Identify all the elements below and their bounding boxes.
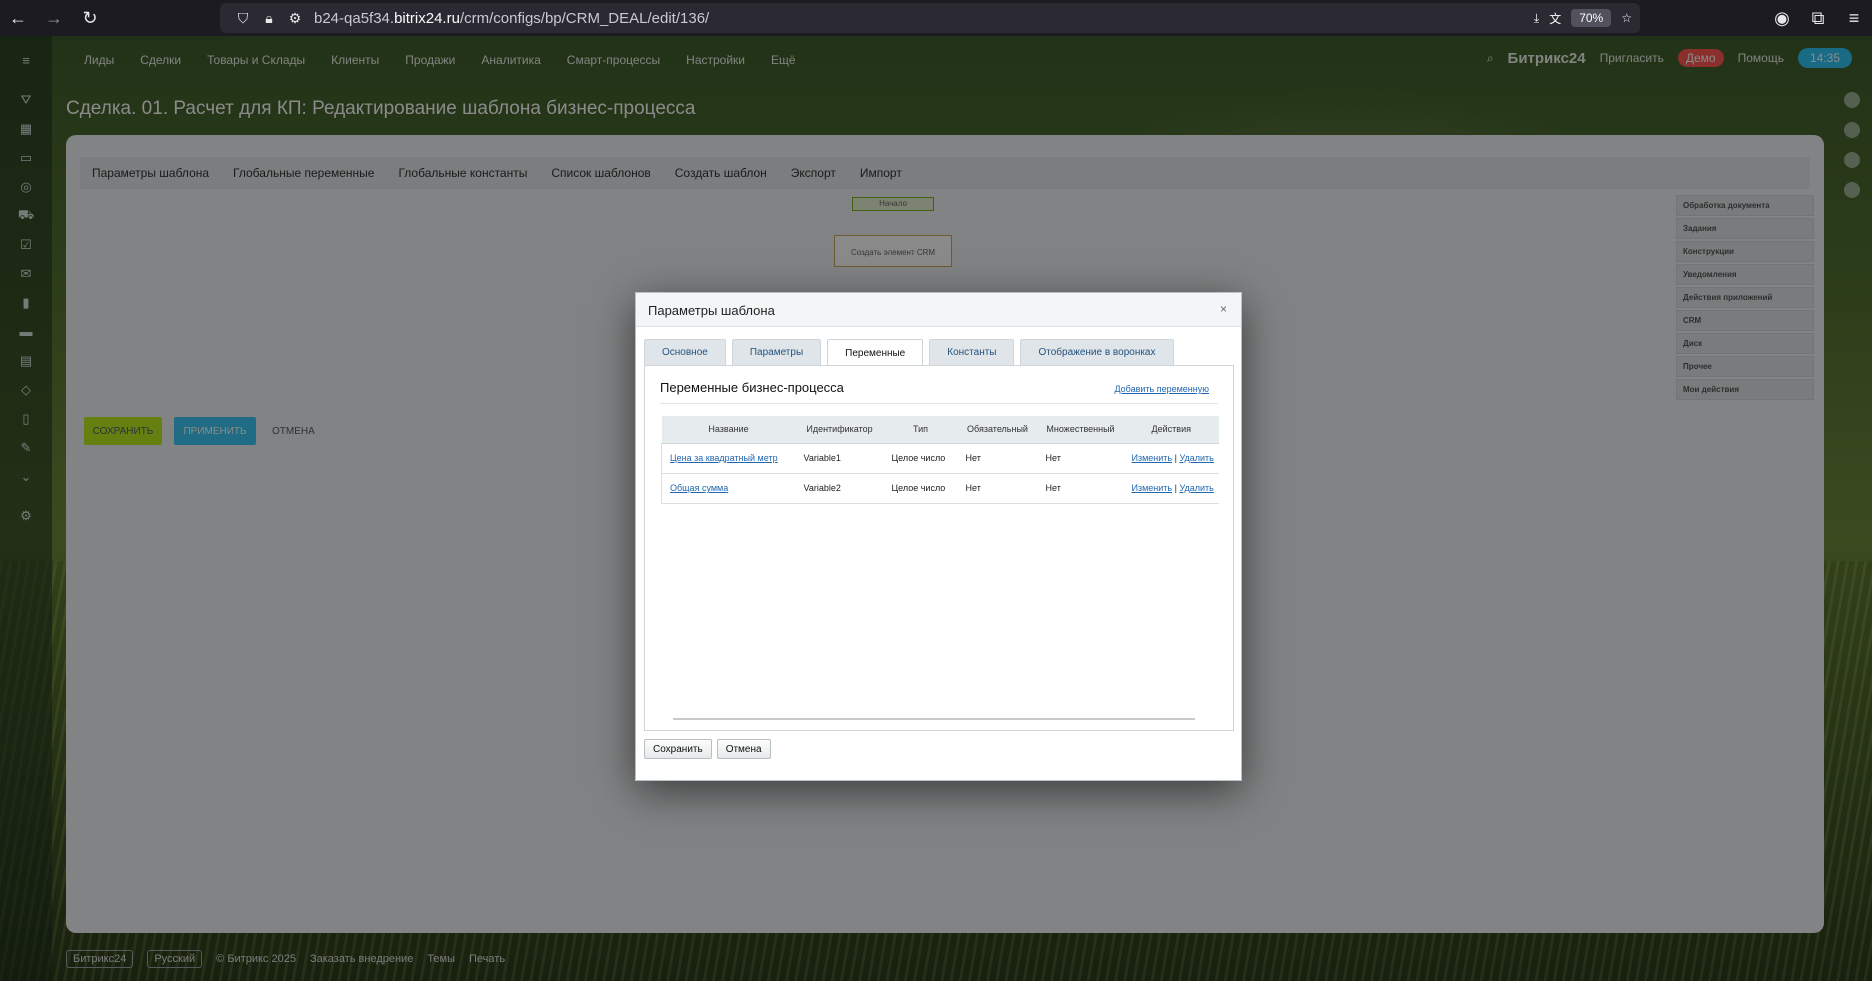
menu-icon[interactable]: ≡ bbox=[1836, 0, 1872, 36]
edit-link[interactable]: Изменить bbox=[1132, 453, 1173, 463]
bookmark-star-icon[interactable]: ☆ bbox=[1621, 11, 1632, 25]
section-title: Переменные бизнес-процесса bbox=[660, 380, 844, 395]
dialog-title: Параметры шаблона bbox=[648, 303, 775, 318]
variable-type: Целое число bbox=[883, 443, 958, 474]
reload-icon[interactable]: ↻ bbox=[72, 0, 108, 36]
variable-name-link[interactable]: Общая сумма bbox=[670, 483, 728, 493]
close-icon[interactable]: × bbox=[1220, 302, 1227, 316]
variable-multiple: Нет bbox=[1037, 443, 1124, 474]
variable-id: Variable1 bbox=[795, 443, 884, 474]
column-header: Название bbox=[661, 416, 796, 444]
horizontal-scrollbar[interactable] bbox=[673, 718, 1195, 720]
forward-icon[interactable]: → bbox=[36, 0, 72, 36]
tab-parameters[interactable]: Параметры bbox=[731, 339, 822, 365]
tab-constants[interactable]: Константы bbox=[929, 339, 1015, 365]
url-text[interactable]: b24-qa5f34.bitrix24.ru/crm/configs/bp/CR… bbox=[314, 10, 709, 27]
tab-funnel-display[interactable]: Отображение в воронках bbox=[1020, 339, 1174, 365]
dialog-header: Параметры шаблона × bbox=[636, 293, 1241, 327]
variables-table: Название Идентификатор Тип Обязательный … bbox=[661, 416, 1219, 504]
browser-toolbar: ← → ↻ ⛉ 🔒︎ ⚙ b24-qa5f34.bitrix24.ru/crm/… bbox=[0, 0, 1872, 36]
permissions-icon[interactable]: ⚙ bbox=[282, 10, 308, 27]
tab-variables[interactable]: Переменные bbox=[827, 339, 924, 366]
back-icon[interactable]: ← bbox=[0, 0, 36, 36]
table-row: Общая сумма Variable2 Целое число Нет Не… bbox=[661, 473, 1219, 504]
save-page-icon[interactable]: ⤓ bbox=[1534, 11, 1539, 26]
variables-panel: Переменные бизнес-процесса Добавить пере… bbox=[644, 365, 1234, 731]
tab-main[interactable]: Основное bbox=[644, 339, 726, 365]
delete-link[interactable]: Удалить bbox=[1179, 483, 1213, 493]
column-header: Идентификатор bbox=[795, 416, 884, 444]
delete-link[interactable]: Удалить bbox=[1179, 453, 1213, 463]
divider bbox=[660, 403, 1218, 404]
zoom-level[interactable]: 70% bbox=[1571, 9, 1612, 27]
variable-required: Нет bbox=[957, 443, 1038, 474]
dialog-footer: Сохранить Отмена bbox=[644, 739, 771, 759]
address-bar[interactable]: ⛉ 🔒︎ ⚙ b24-qa5f34.bitrix24.ru/crm/config… bbox=[220, 3, 1640, 33]
shield-icon[interactable]: ⛉ bbox=[230, 10, 256, 27]
column-header: Обязательный bbox=[957, 416, 1038, 444]
variable-name-link[interactable]: Цена за квадратный метр bbox=[670, 453, 778, 463]
variable-type: Целое число bbox=[883, 473, 958, 504]
extensions-icon[interactable]: ⧉ bbox=[1800, 0, 1836, 36]
variable-multiple: Нет bbox=[1037, 473, 1124, 504]
column-header: Действия bbox=[1123, 416, 1219, 444]
template-params-dialog: Параметры шаблона × Основное Параметры П… bbox=[635, 292, 1242, 781]
table-row: Цена за квадратный метр Variable1 Целое … bbox=[661, 443, 1219, 474]
separator: | bbox=[1174, 453, 1177, 463]
cancel-button[interactable]: Отмена bbox=[716, 739, 771, 759]
column-header: Тип bbox=[883, 416, 958, 444]
variable-required: Нет bbox=[957, 473, 1038, 504]
save-button[interactable]: Сохранить bbox=[644, 739, 712, 759]
lock-icon[interactable]: 🔒︎ bbox=[256, 10, 282, 27]
add-variable-link[interactable]: Добавить переменную bbox=[1114, 384, 1209, 394]
account-icon[interactable]: ◉ bbox=[1764, 0, 1800, 36]
edit-link[interactable]: Изменить bbox=[1132, 483, 1173, 493]
translate-icon[interactable]: 文 bbox=[1549, 10, 1561, 27]
column-header: Множественный bbox=[1037, 416, 1124, 444]
variable-id: Variable2 bbox=[795, 473, 884, 504]
separator: | bbox=[1174, 483, 1177, 493]
dialog-tabs: Основное Параметры Переменные Константы … bbox=[644, 339, 1174, 366]
